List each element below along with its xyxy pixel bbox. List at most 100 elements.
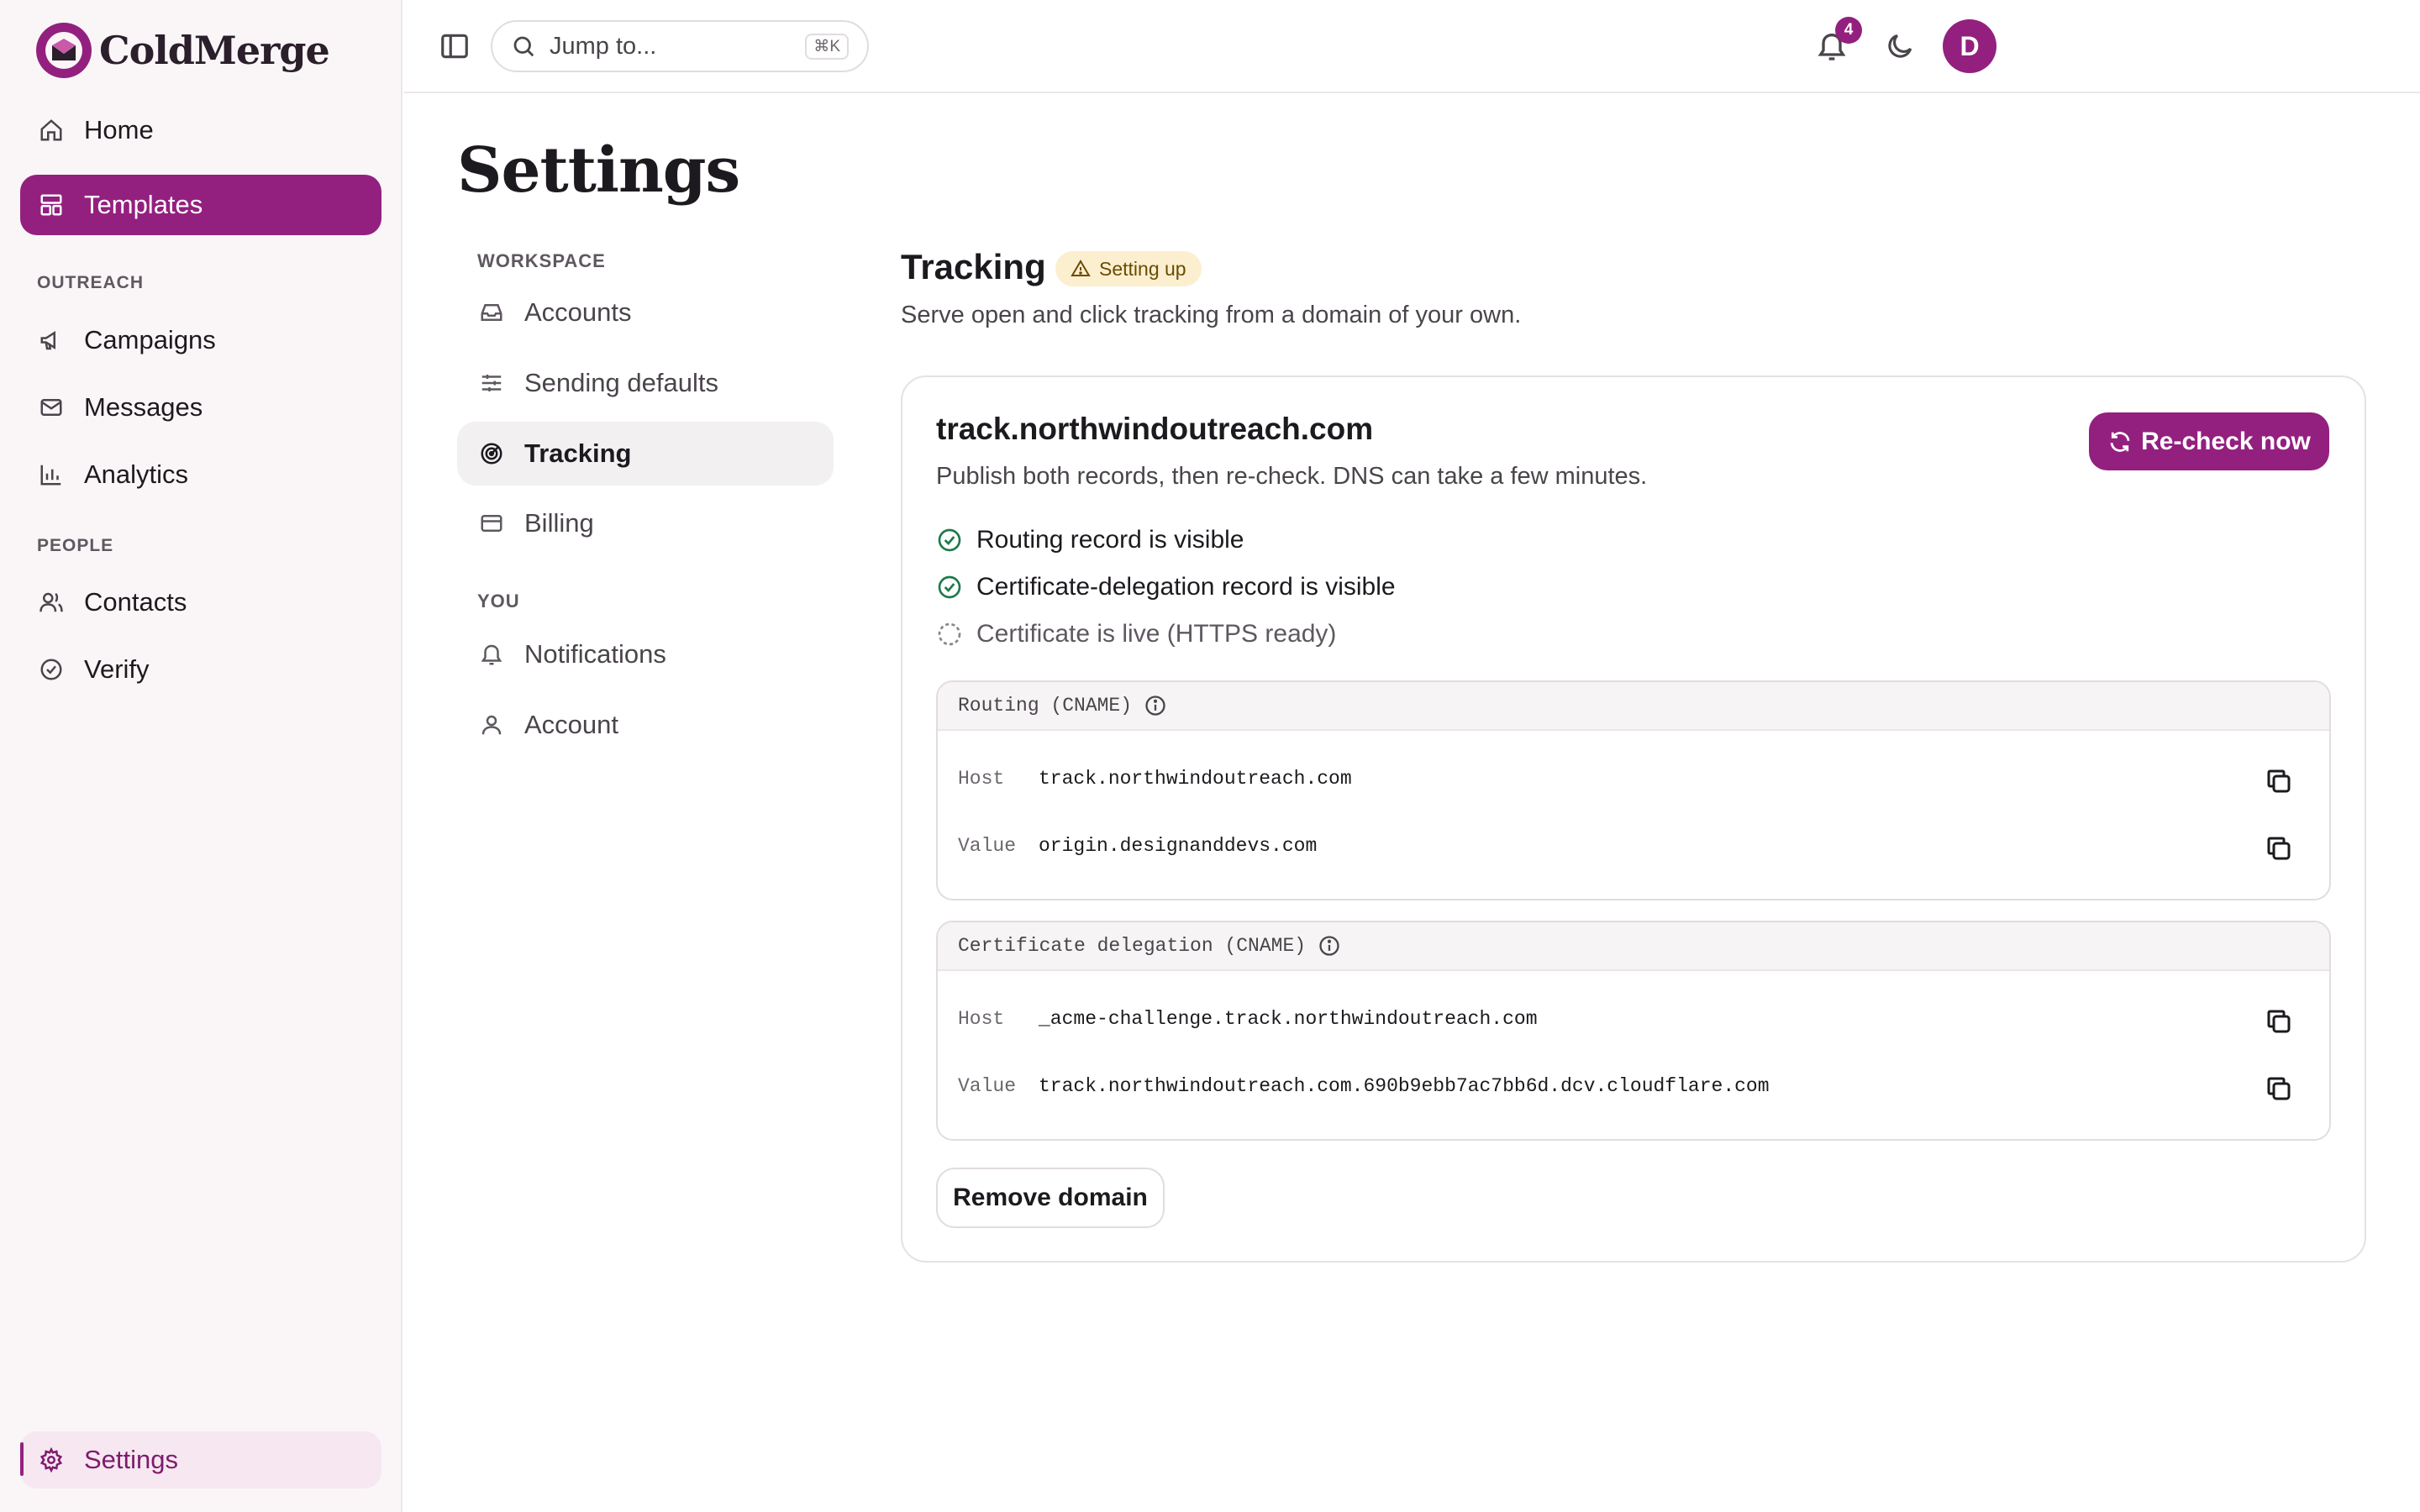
refresh-icon [2110,431,2130,452]
settings-nav-label: Account [524,710,619,739]
host-value: _acme-challenge.track.northwindoutreach.… [1039,1008,1538,1030]
sidebar-item-campaigns[interactable]: Campaigns [20,310,381,370]
remove-domain-button[interactable]: Remove domain [936,1168,1165,1228]
dns-value-row: Value track.northwindoutreach.com.690b9e… [958,1075,1770,1097]
credit-card-icon [477,509,506,538]
avatar[interactable]: D [1943,19,1996,73]
sidebar-item-label: Home [84,115,154,144]
settings-nav-account[interactable]: Account [457,693,834,757]
dns-host-row: Host _acme-challenge.track.northwindoutr… [958,1008,1538,1030]
check-item: Certificate is live (HTTPS ready) [936,617,1336,651]
mail-icon [37,393,66,422]
section-label-you: YOU [477,591,520,612]
dns-record-certificate: Certificate delegation (CNAME) Host _acm… [936,921,2331,1141]
brand-name: ColdMerge [99,28,330,73]
check-label: Certificate-delegation record is visible [976,573,1396,601]
sidebar-item-label: Contacts [84,587,187,617]
status-text: Setting up [1099,257,1186,280]
copy-icon[interactable] [2264,1074,2294,1104]
section-label-workspace: WORKSPACE [477,250,606,271]
sidebar-item-label: Verify [84,654,150,684]
dns-record-title: Certificate delegation (CNAME) [958,935,1307,957]
check-label: Certificate is live (HTTPS ready) [976,620,1337,648]
search-shortcut: ⌘K [805,34,849,60]
settings-nav-label: Accounts [524,297,632,327]
user-icon [477,711,506,739]
settings-nav-label: Notifications [524,639,666,669]
moon-icon[interactable] [1884,30,1916,62]
sidebar-item-label: Settings [84,1445,179,1474]
dns-record-header: Certificate delegation (CNAME) [938,922,2329,971]
host-value: track.northwindoutreach.com [1039,768,1352,790]
coldmerge-logo-icon [36,23,92,78]
inbox-icon [477,298,506,327]
status-badge: Setting up [1055,251,1202,286]
copy-icon[interactable] [2264,1006,2294,1037]
recheck-button[interactable]: Re-check now [2089,412,2329,470]
check-item: Certificate-delegation record is visible [936,570,1396,604]
sidebar-toggle-icon[interactable] [439,30,471,62]
check-label: Routing record is visible [976,526,1244,554]
sidebar: ColdMerge Home Templates OUTREACH Campai… [0,0,402,1512]
page-title: Settings [457,134,740,207]
check-circle-icon [37,655,66,684]
sidebar-item-analytics[interactable]: Analytics [20,444,381,505]
dns-record-title: Routing (CNAME) [958,695,1133,717]
users-icon [37,588,66,617]
sidebar-item-verify[interactable]: Verify [20,639,381,700]
domain-description: Publish both records, then re-check. DNS… [936,463,1648,490]
value-label: Value [958,1075,1017,1097]
check-circle-icon [938,528,961,552]
bar-chart-icon [37,460,66,489]
notifications-badge: 4 [1835,17,1862,44]
settings-nav-tracking[interactable]: Tracking [457,422,834,486]
sidebar-item-label: Templates [84,190,203,219]
record-value: origin.designanddevs.com [1039,835,1318,857]
settings-nav-notifications[interactable]: Notifications [457,622,834,686]
check-circle-icon [938,575,961,599]
section-title: Tracking [901,247,1046,286]
dns-value-row: Value origin.designanddevs.com [958,835,1317,857]
search-input[interactable]: Jump to... ⌘K [491,20,869,72]
settings-nav-label: Tracking [524,438,632,468]
sidebar-item-home[interactable]: Home [20,100,381,160]
info-icon[interactable] [1318,934,1341,958]
bell-icon [477,640,506,669]
warning-icon [1071,260,1091,276]
settings-nav-label: Sending defaults [524,368,718,397]
home-icon [37,116,66,144]
dns-record-header: Routing (CNAME) [938,682,2329,731]
gear-icon [37,1446,66,1474]
sidebar-item-label: Messages [84,392,203,422]
copy-icon[interactable] [2264,833,2294,864]
pending-circle-icon [938,622,961,646]
section-label-outreach: OUTREACH [37,273,144,292]
search-placeholder: Jump to... [550,32,657,60]
settings-nav-billing[interactable]: Billing [457,491,834,555]
check-item: Routing record is visible [936,523,1244,557]
brand[interactable]: ColdMerge [34,20,330,81]
record-value: track.northwindoutreach.com.690b9ebb7ac7… [1039,1075,1770,1097]
dns-record-routing: Routing (CNAME) Host track.northwindoutr… [936,680,2331,900]
radar-icon [477,439,506,468]
sidebar-item-messages[interactable]: Messages [20,377,381,438]
settings-nav-accounts[interactable]: Accounts [457,281,834,344]
search-icon [513,36,534,57]
recheck-label: Re-check now [2141,427,2311,455]
settings-nav-label: Billing [524,508,594,538]
host-label: Host [958,768,1005,790]
section-label-people: PEOPLE [37,536,114,555]
value-label: Value [958,835,1017,857]
settings-nav-sending-defaults[interactable]: Sending defaults [457,351,834,415]
sidebar-item-label: Analytics [84,459,189,489]
sidebar-item-contacts[interactable]: Contacts [20,572,381,633]
domain-name: track.northwindoutreach.com [936,412,1374,446]
sidebar-item-templates[interactable]: Templates [20,175,381,235]
sidebar-item-label: Campaigns [84,325,216,354]
sidebar-item-settings[interactable]: Settings [20,1431,381,1488]
info-icon[interactable] [1144,694,1167,717]
section-description: Serve open and click tracking from a dom… [901,302,1522,328]
copy-icon[interactable] [2264,766,2294,796]
templates-icon [37,191,66,219]
active-indicator [20,1442,24,1476]
